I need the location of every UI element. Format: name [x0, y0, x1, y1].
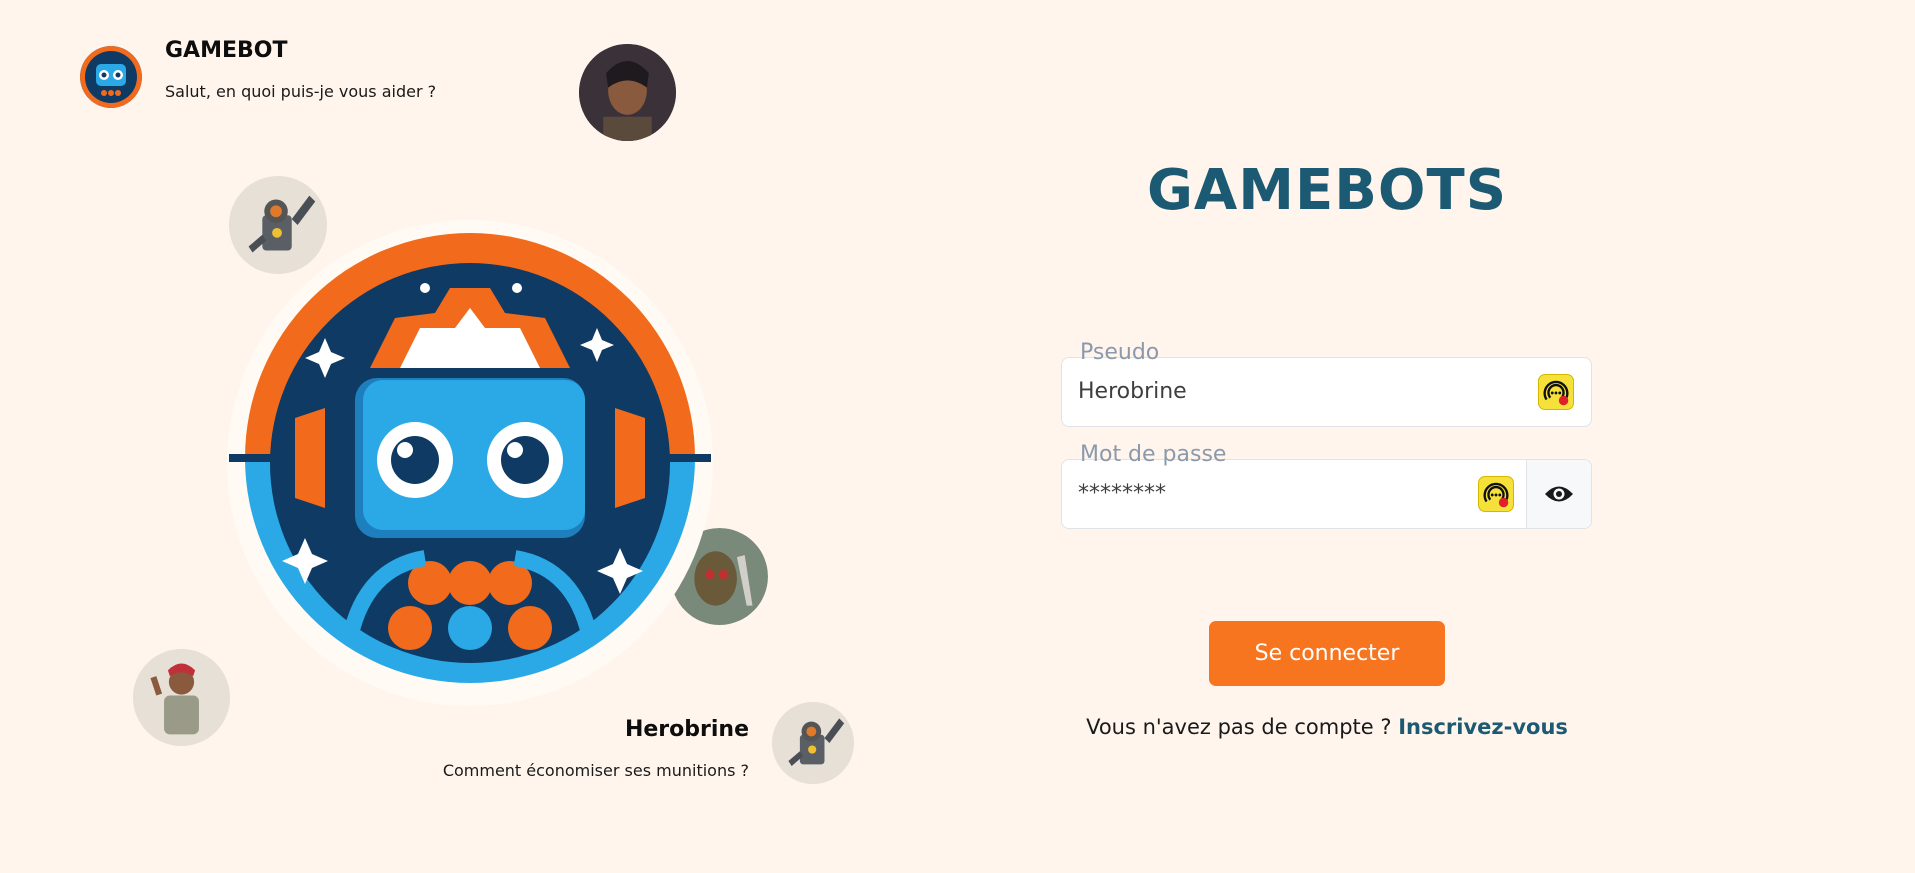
pseudo-input[interactable] [1078, 358, 1498, 426]
signup-line: Vous n'avez pas de compte ? Inscrivez-vo… [1062, 715, 1592, 739]
gamebots-logo [227, 220, 713, 706]
password-manager-icon[interactable] [1478, 476, 1514, 512]
signup-link[interactable]: Inscrivez-vous [1398, 715, 1568, 739]
chat-top-message: Salut, en quoi puis-je vous aider ? [165, 82, 437, 101]
chat-bottom-name: Herobrine [624, 717, 749, 742]
brand-title: GAMEBOTS [1146, 158, 1508, 223]
robot-icon [80, 46, 142, 108]
password-label: Mot de passe [1080, 442, 1227, 467]
password-input[interactable] [1078, 460, 1498, 528]
signup-prompt: Vous n'avez pas de compte ? [1086, 715, 1392, 739]
character-avatar-loba [579, 44, 676, 141]
chat-top-name: GAMEBOT [165, 38, 288, 63]
eye-icon [1545, 486, 1573, 502]
gamebot-avatar [80, 46, 142, 108]
password-manager-icon[interactable] [1538, 374, 1574, 410]
character-avatar-lifeline [133, 649, 230, 746]
pseudo-field[interactable] [1061, 357, 1592, 427]
login-button[interactable]: Se connecter [1209, 621, 1445, 686]
user-avatar-pathfinder [772, 702, 854, 784]
pseudo-label: Pseudo [1080, 340, 1160, 365]
toggle-password-visibility-button[interactable] [1526, 460, 1591, 528]
chat-bottom-message: Comment économiser ses munitions ? [442, 761, 749, 780]
password-field[interactable] [1061, 459, 1592, 529]
